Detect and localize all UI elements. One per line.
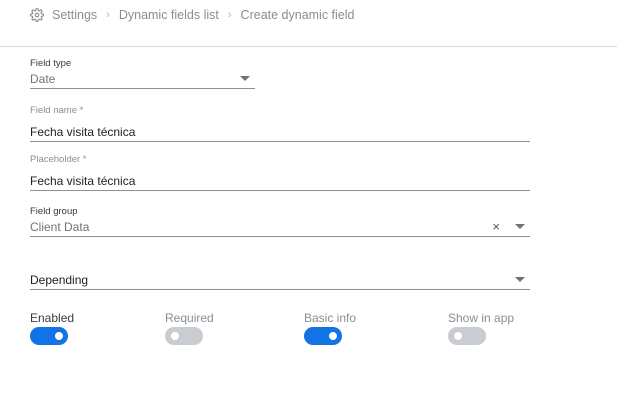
breadcrumb-item-create-dynamic-field: Create dynamic field [240, 8, 355, 22]
toggle-basic-info-label: Basic info [304, 311, 357, 325]
chevron-down-icon[interactable] [515, 224, 525, 229]
toggle-knob [329, 332, 337, 340]
breadcrumb-separator: › [227, 9, 232, 21]
placeholder-input[interactable]: Fecha visita técnica [30, 171, 530, 191]
toggle-required-label: Required [165, 311, 214, 325]
toggle-show-in-app-group: Show in app [448, 311, 514, 345]
depending-select[interactable]: Depending [30, 270, 530, 290]
header-divider [0, 46, 617, 47]
gear-icon [30, 8, 44, 22]
chevron-down-icon[interactable] [515, 277, 525, 282]
toggle-show-in-app-label: Show in app [448, 311, 515, 325]
toggle-required-group: Required [165, 311, 214, 345]
toggle-knob [454, 332, 462, 340]
placeholder-field[interactable]: Placeholder * Fecha visita técnica [30, 154, 530, 191]
toggle-basic-info-group: Basic info [304, 311, 356, 345]
field-group-label: Field group [30, 206, 78, 217]
field-group-control[interactable]: Client Data × [30, 217, 530, 237]
breadcrumb-label-settings: Settings [52, 8, 98, 22]
toggle-show-in-app-switch[interactable] [448, 327, 486, 345]
breadcrumb: Settings › Dynamic fields list › Create … [30, 6, 355, 24]
close-icon[interactable]: × [492, 219, 500, 234]
toggle-enabled-switch[interactable] [30, 327, 68, 345]
toggle-knob [55, 332, 63, 340]
toggle-enabled-group: Enabled [30, 311, 74, 345]
field-type-value: Date [30, 71, 56, 86]
breadcrumb-item-settings[interactable]: Settings [30, 8, 97, 22]
toggle-knob [171, 332, 179, 340]
field-name-field[interactable]: Field name * Fecha visita técnica [30, 105, 530, 142]
breadcrumb-separator: › [106, 9, 110, 21]
depending-value: Depending [30, 272, 89, 287]
toggle-basic-info-switch[interactable] [304, 327, 342, 345]
field-type-control[interactable]: Date [30, 69, 255, 89]
field-type-select[interactable]: Field type Date [30, 58, 255, 89]
field-name-label: Field name * [30, 105, 84, 116]
field-group-value: Client Data [30, 219, 90, 234]
field-name-value: Fecha visita técnica [30, 124, 136, 139]
chevron-down-icon[interactable] [240, 76, 250, 81]
placeholder-label: Placeholder * [30, 154, 87, 165]
field-group-select[interactable]: Field group Client Data × [30, 206, 530, 237]
toggle-required-switch[interactable] [165, 327, 203, 345]
breadcrumb-item-dynamic-fields-list[interactable]: Dynamic fields list [119, 8, 219, 22]
toggle-enabled-label: Enabled [30, 311, 75, 325]
placeholder-value: Fecha visita técnica [30, 173, 136, 188]
field-type-label: Field type [30, 58, 72, 69]
depending-control[interactable]: Depending [30, 270, 530, 290]
field-name-input[interactable]: Fecha visita técnica [30, 122, 530, 142]
